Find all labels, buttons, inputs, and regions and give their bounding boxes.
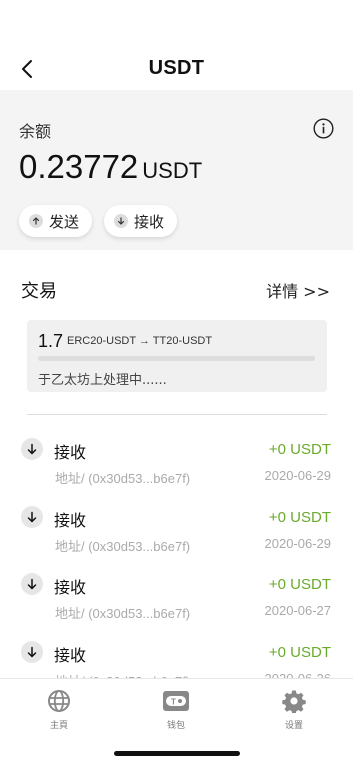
transactions-title: 交易 [21, 281, 57, 302]
pending-amount: 1.7 [38, 331, 64, 351]
tab-label: 设置 [284, 721, 303, 731]
transaction-date: 2020-06-29 [264, 536, 332, 551]
transaction-row[interactable]: 接收 +0 USDT 地址/ (0x30d53...b6e7f) 2020-06… [0, 573, 353, 633]
transaction-type: 接收 [54, 511, 87, 530]
balance-label: 余额 [19, 122, 52, 141]
transaction-amount: +0 USDT [268, 644, 331, 661]
send-label: 发送 [49, 212, 80, 231]
pending-status: 于乙太坊上处理中...... [38, 373, 167, 388]
tab-label: 主頁 [49, 721, 68, 731]
info-icon[interactable] [313, 118, 334, 139]
balance-amount: 0.23772 USDT [19, 148, 202, 186]
details-link[interactable]: 详情 >> [266, 278, 330, 302]
app-header: USDT [0, 0, 353, 90]
arrow-down-icon [21, 438, 43, 460]
transaction-amount: +0 USDT [268, 509, 331, 526]
svg-text:T: T [171, 698, 176, 707]
receive-label: 接收 [134, 212, 165, 231]
arrow-down-icon [21, 573, 43, 595]
tab-wallet[interactable]: T 钱包 [136, 689, 216, 731]
transaction-row[interactable]: 接收 +0 USDT 地址/ (0x30d53...b6e7f) 2020-06… [0, 506, 353, 566]
transaction-type: 接收 [54, 646, 87, 665]
tab-label: 钱包 [166, 721, 185, 731]
transactions-header: 交易 详情 >> [0, 250, 353, 320]
arrow-up-icon [29, 214, 43, 228]
transaction-row[interactable]: 接收 +0 USDT 地址/ (0x30d53...b6e7f) 2020-06… [0, 438, 353, 498]
divider [27, 414, 327, 415]
pending-progress-bar [38, 356, 315, 361]
balance-unit: USDT [142, 158, 203, 183]
balance-number: 0.23772 [19, 148, 139, 185]
transaction-amount: +0 USDT [268, 441, 331, 458]
transaction-address: 地址/ (0x30d53...b6e7f) [55, 606, 191, 621]
arrow-down-icon [21, 641, 43, 663]
tab-settings[interactable]: 设置 [254, 689, 334, 731]
wallet-icon: T [163, 691, 189, 711]
balance-card: 余额 0.23772 USDT 发送 接收 [0, 90, 353, 250]
arrow-down-icon [21, 506, 43, 528]
home-indicator [114, 751, 240, 756]
arrow-down-icon [114, 214, 128, 228]
transaction-date: 2020-06-29 [264, 468, 332, 483]
page-title: USDT [148, 57, 205, 79]
tab-home[interactable]: 主頁 [19, 689, 99, 731]
transaction-address: 地址/ (0x30d53...b6e7f) [55, 539, 191, 554]
gear-icon [282, 690, 306, 713]
receive-button[interactable]: 接收 [104, 205, 177, 237]
transaction-date: 2020-06-27 [264, 603, 332, 618]
pending-transaction[interactable]: 1.7 ERC20-USDT → TT20-USDT 于乙太坊上处理中.....… [27, 320, 327, 392]
globe-icon [48, 690, 70, 712]
transaction-amount: +0 USDT [268, 576, 331, 593]
send-button[interactable]: 发送 [19, 205, 92, 237]
transaction-address: 地址/ (0x30d53...b6e7f) [55, 471, 191, 486]
pending-route: ERC20-USDT → TT20-USDT [67, 335, 213, 347]
transaction-type: 接收 [54, 578, 87, 597]
transaction-type: 接收 [54, 443, 87, 462]
